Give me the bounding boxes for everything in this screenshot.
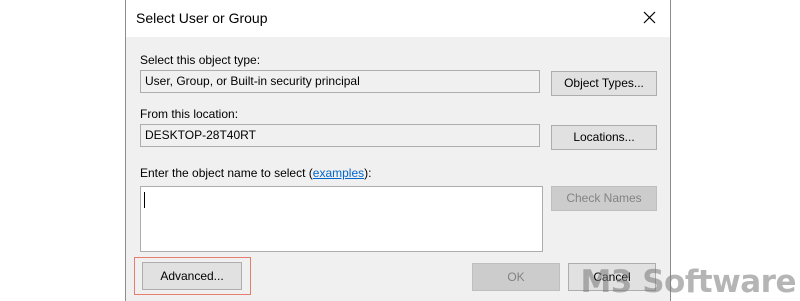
advanced-button[interactable]: Advanced... <box>142 262 242 290</box>
location-field: DESKTOP-28T40RT <box>140 124 540 147</box>
close-icon <box>643 11 656 24</box>
text-caret <box>144 192 145 208</box>
object-name-label-prefix: Enter the object name to select ( <box>140 166 313 180</box>
m3-software-watermark: M3 Software <box>580 264 796 300</box>
object-type-field: User, Group, or Built-in security princi… <box>140 70 540 93</box>
dialog-title: Select User or Group <box>136 10 268 26</box>
examples-link[interactable]: examples <box>313 166 364 180</box>
location-label: From this location: <box>140 107 239 121</box>
check-names-button[interactable]: Check Names <box>551 186 657 211</box>
object-name-label: Enter the object name to select (example… <box>140 166 371 180</box>
object-name-input[interactable] <box>140 186 543 252</box>
locations-button[interactable]: Locations... <box>551 125 657 150</box>
ok-button[interactable]: OK <box>472 263 560 291</box>
close-button[interactable] <box>636 6 662 30</box>
screenshot-canvas: Select User or Group Select this object … <box>0 0 800 301</box>
select-user-or-group-dialog: Select User or Group Select this object … <box>125 0 671 301</box>
title-bar: Select User or Group <box>126 0 670 37</box>
object-type-label: Select this object type: <box>140 53 261 67</box>
object-name-label-suffix: ): <box>364 166 372 180</box>
object-types-button[interactable]: Object Types... <box>551 71 657 96</box>
